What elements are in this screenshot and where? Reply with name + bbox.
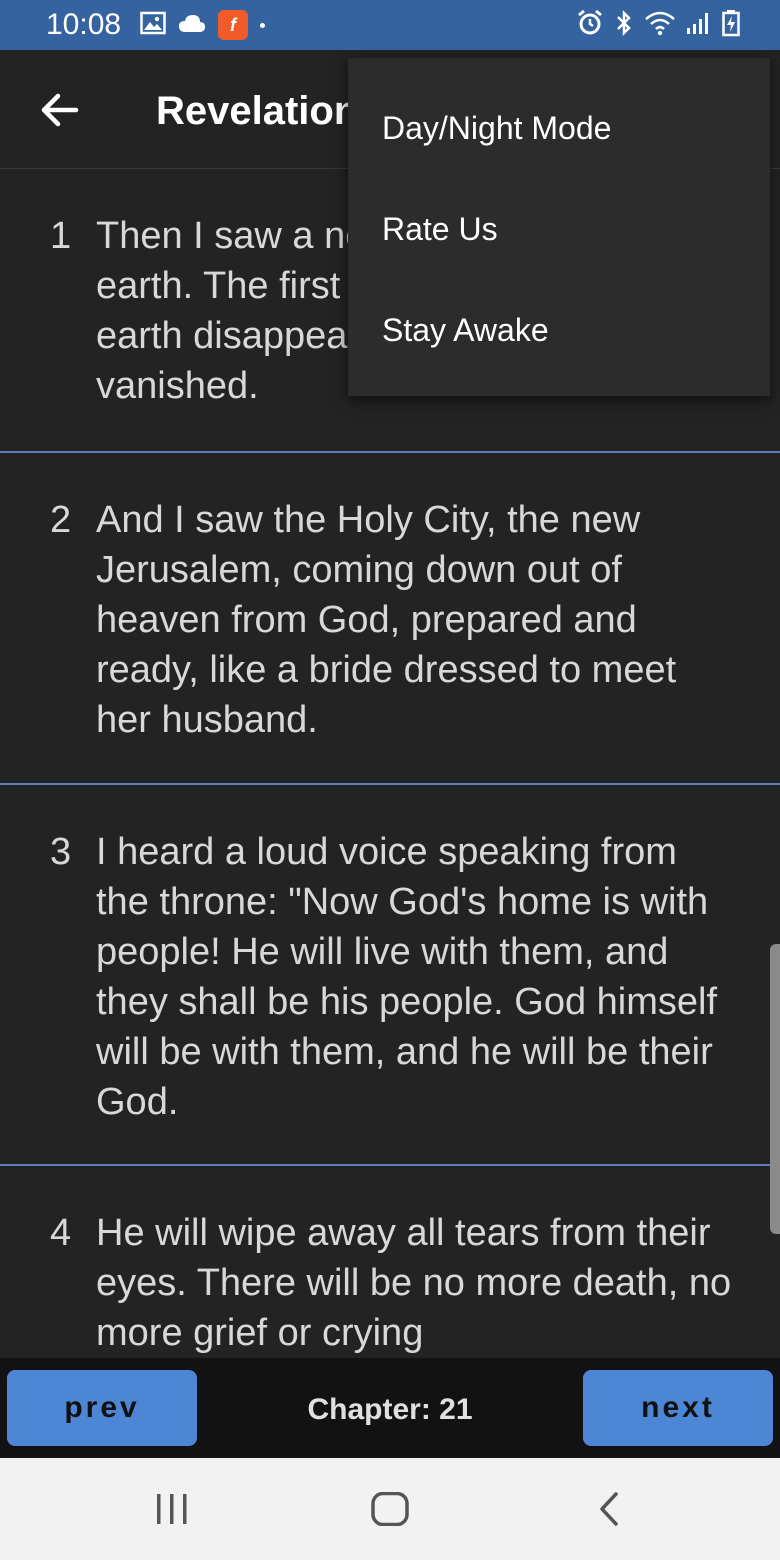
status-bar: 10:08 f [0,0,780,50]
verse-item[interactable]: 3 I heard a loud voice speaking from the… [0,785,780,1166]
back-arrow-icon[interactable] [36,86,84,134]
system-navigation-bar [0,1458,780,1560]
verse-number: 2 [50,499,72,541]
more-notifications-dot-icon [260,22,265,28]
menu-item-rate-us[interactable]: Rate Us [382,209,498,249]
status-time: 10:08 [46,8,122,41]
alarm-icon [576,9,604,42]
verse-text: I heard a loud voice speaking from the t… [96,831,718,1123]
verse-text: He will wipe away all tears from their e… [96,1212,732,1354]
recents-icon[interactable] [154,1492,190,1526]
signal-icon [686,10,712,41]
menu-item-day-night-mode[interactable]: Day/Night Mode [382,108,611,148]
home-icon[interactable] [370,1492,410,1526]
cloud-icon [178,13,206,38]
back-icon[interactable] [594,1492,624,1526]
menu-item-stay-awake[interactable]: Stay Awake [382,310,549,350]
verse-number: 3 [50,831,72,873]
status-system-icons [576,9,740,42]
scrollbar-thumb[interactable] [770,944,780,1234]
page-title: Revelation [156,89,359,133]
next-button[interactable]: next [583,1370,773,1446]
wifi-icon [644,10,676,41]
verse-number: 1 [50,215,72,257]
status-notification-icons: f [140,10,265,40]
verse-item[interactable]: 4 He will wipe away all tears from their… [0,1166,780,1358]
overflow-menu: Day/Night Mode Rate Us Stay Awake [348,58,770,396]
battery-charging-icon [722,9,740,42]
verse-number: 4 [50,1212,72,1254]
bluetooth-icon [614,9,634,42]
verse-item[interactable]: 2 And I saw the Holy City, the new Jerus… [0,453,780,785]
verse-text: And I saw the Holy City, the new Jerusal… [96,499,677,741]
flipboard-icon: f [218,10,248,40]
chapter-navigation-bar: prev Chapter: 21 next [0,1358,780,1458]
gallery-icon [140,11,166,40]
